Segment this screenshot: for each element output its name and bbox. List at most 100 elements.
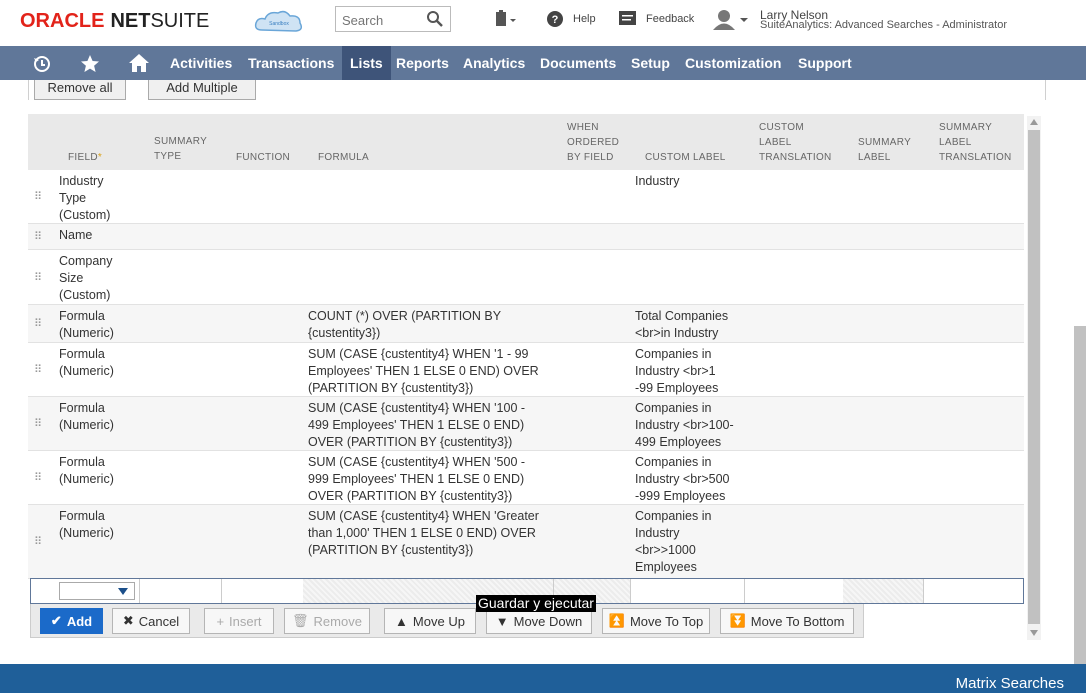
row-field: Formula (Numeric) [59,509,114,540]
add-multiple-button[interactable]: Add Multiple [148,80,256,100]
table-row[interactable]: ⠿ Formula (Numeric) SUM (CASE {custentity4}… [28,451,1024,505]
nav-setup[interactable]: Setup [631,46,670,80]
insert-button[interactable]: + Insert [204,608,274,634]
col-summary-label-translation[interactable]: SUMMARY LABEL TRANSLATION [939,120,1012,165]
row-custom-label: Companies in Industry <br>100- 499 Employe… [635,401,734,449]
nav-lists[interactable]: Lists [342,46,391,80]
grid-scrollbar-thumb[interactable] [1028,130,1040,624]
col-summary-type[interactable]: SUMMARY TYPE [154,134,207,164]
move-top-icon: ⏫ [608,613,625,628]
svg-text:?: ? [552,14,559,26]
table-row[interactable]: ⠿ Industry Type (Custom) Industry [28,170,1024,224]
help-icon: ? [547,11,563,27]
drag-handle-icon[interactable]: ⠿ [34,471,42,484]
col-custom-label-translation[interactable]: CUSTOM LABEL TRANSLATION [759,120,832,165]
row-field: Formula (Numeric) [59,309,114,340]
col-formula[interactable]: FORMULA [318,150,369,165]
nav-reports[interactable]: Reports [396,46,449,80]
global-search[interactable] [335,6,451,32]
feedback-link[interactable]: Feedback [618,10,694,28]
search-input[interactable] [340,8,424,32]
field-select[interactable] [59,582,135,600]
row-custom-label: Industry [635,174,680,188]
recent-records-icon [496,10,516,26]
row-field: Formula (Numeric) [59,455,114,486]
row-formula: SUM (CASE {custentity4} WHEN '1 - 99 Empl… [308,347,539,395]
row-field: Company Size (Custom) [59,254,113,302]
nav-analytics[interactable]: Analytics [463,46,525,80]
row-custom-label: Total Companies <br>in Industry [635,309,729,340]
feedback-icon [619,11,636,25]
grid-header: FIELD* SUMMARY TYPE FUNCTION FORMULA WHEN… [28,114,1024,170]
drag-handle-icon[interactable]: ⠿ [34,317,42,330]
table-row[interactable]: ⠿ Formula (Numeric) SUM (CASE {custentity4}… [28,343,1024,397]
row-field: Formula (Numeric) [59,347,114,378]
scroll-up-icon[interactable] [1030,119,1038,125]
sandbox-cloud-icon: Sandbox [254,10,303,32]
favorites-star-icon[interactable] [80,54,100,74]
create-new-menu[interactable] [493,10,519,30]
arrow-up-icon: ▲ [395,613,408,629]
row-formula: SUM (CASE {custentity4} WHEN '500 -999 E… [308,455,526,503]
drag-handle-icon[interactable]: ⠿ [34,417,42,430]
table-row[interactable]: ⠿ Formula (Numeric) SUM (CASE {custentity4}… [28,397,1024,451]
row-custom-label: Companies in Industry <br>>1000 Employees [635,509,712,574]
remove-button[interactable]: 🗑 Remove [284,608,370,634]
move-to-bottom-button[interactable]: ⏬ Move To Bottom [720,608,854,634]
grid-scrollbar[interactable] [1027,116,1041,640]
nav-documents[interactable]: Documents [540,46,616,80]
drag-handle-icon[interactable]: ⠿ [34,271,42,284]
page-scrollbar-thumb[interactable] [1074,326,1086,664]
col-custom-label[interactable]: CUSTOM LABEL [645,150,726,165]
search-icon[interactable] [426,10,444,28]
user-menu[interactable]: Larry Nelson SuiteAnalytics: Advanced Se… [760,9,1007,31]
drag-handle-icon[interactable]: ⠿ [34,535,42,548]
nav-customization[interactable]: Customization [685,46,781,80]
drag-handle-icon[interactable]: ⠿ [34,190,42,203]
row-formula: SUM (CASE {custentity4} WHEN '100 -499 E… [308,401,526,449]
help-link[interactable]: ? Help [546,10,596,28]
row-formula: SUM (CASE {custentity4} WHEN 'Greater tha… [308,509,539,557]
arrow-down-icon: ▼ [495,613,509,629]
home-icon[interactable] [128,53,150,73]
table-row[interactable]: ⠿ Company Size (Custom) [28,250,1024,305]
top-bar: ORACLENETSUITE Sandbox ? Help Feedback L… [0,0,1086,46]
row-formula: COUNT (*) OVER (PARTITION BY {custentity3… [308,309,502,340]
close-icon: ✖ [122,613,134,628]
nav-support[interactable]: Support [798,46,852,80]
tooltip: Guardar y ejecutar [476,595,596,612]
video-footer: Matrix Searches [0,664,1086,693]
table-row[interactable]: ⠿ Formula (Numeric) COUNT (*) OVER (PARTITI… [28,305,1024,343]
row-field: Formula (Numeric) [59,401,114,432]
add-button[interactable]: ✔ Add [40,608,103,634]
scroll-down-icon[interactable] [1030,630,1038,636]
plus-icon: + [216,613,225,629]
user-avatar-icon[interactable] [710,9,752,31]
col-field[interactable]: FIELD* [68,150,102,165]
main-navigation: Activities Transactions Lists Reports An… [0,46,1086,80]
col-summary-label[interactable]: SUMMARY LABEL [858,135,911,165]
move-bottom-icon: ⏬ [729,613,746,628]
history-icon[interactable] [32,54,52,74]
netsuite-logo[interactable]: ORACLE NETSUITE [20,10,209,33]
move-up-button[interactable]: ▲ Move Up [384,608,476,634]
remove-all-button[interactable]: Remove all [34,80,126,100]
col-when-ordered[interactable]: WHEN ORDERED BY FIELD [567,120,619,165]
row-field: Name [59,228,93,242]
row-custom-label: Companies in Industry <br>500 -999 Employe… [635,455,730,503]
svg-text:Sandbox: Sandbox [269,21,289,27]
row-custom-label: Companies in Industry <br>1 -99 Employees [635,347,719,395]
cancel-button[interactable]: ✖ Cancel [112,608,190,634]
chevron-down-icon [118,588,128,595]
table-row[interactable]: ⠿ Formula (Numeric) SUM (CASE {custentity4}… [28,505,1024,579]
nav-transactions[interactable]: Transactions [248,46,334,80]
row-field: Industry Type (Custom) [59,174,111,222]
move-to-top-button[interactable]: ⏫ Move To Top [602,608,710,634]
drag-handle-icon[interactable]: ⠿ [34,230,42,243]
check-icon: ✔ [50,613,62,628]
table-row[interactable]: ⠿ Name [28,224,1024,250]
drag-handle-icon[interactable]: ⠿ [34,363,42,376]
nav-activities[interactable]: Activities [170,46,232,80]
trash-icon: 🗑 [292,613,309,628]
col-function[interactable]: FUNCTION [236,150,290,165]
